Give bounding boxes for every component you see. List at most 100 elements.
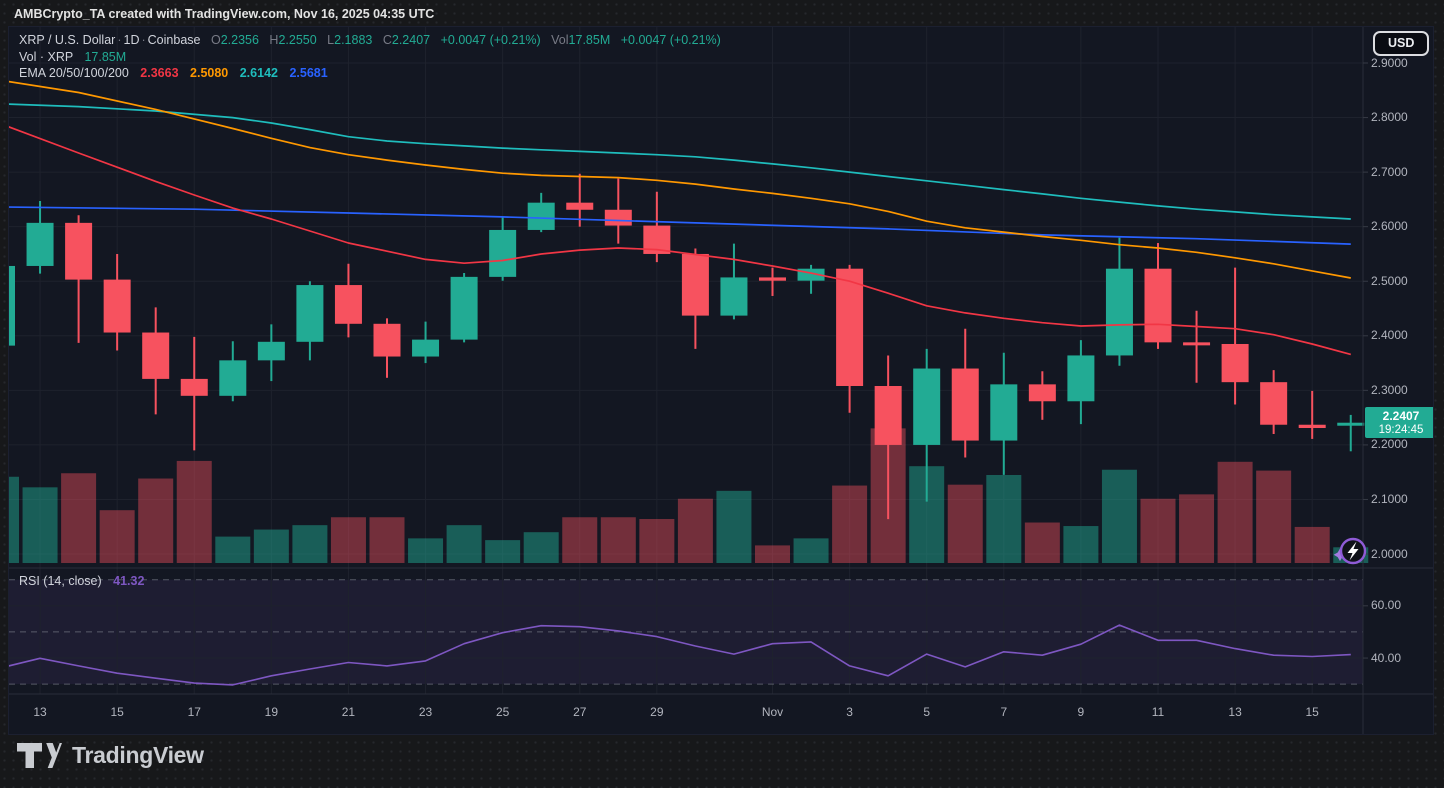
candle-body [759,277,786,280]
vol-value: 17.85M [569,33,611,47]
volume-bar [562,517,597,563]
tradingview-logo[interactable]: TradingView [16,742,204,769]
tradingview-mark-icon [16,742,62,769]
candle-body [9,266,15,346]
rsi-axis-label: 40.00 [1371,651,1434,666]
ema200-value: 2.5681 [289,66,327,80]
change-value-2: +0.0047 (+0.21%) [621,33,721,47]
volume-bar [215,537,250,563]
price-axis-label: 2.9000 [1371,56,1434,71]
open-value: 2.2356 [221,33,259,47]
snapshot-page: AMBCrypto_TA created with TradingView.co… [0,0,1444,788]
time-axis-label: 27 [558,705,602,720]
candle-body [374,324,401,357]
tradingview-wordmark: TradingView [72,742,204,769]
candle-body [875,386,902,445]
candle-body [104,280,131,333]
candle-body [219,360,246,395]
price-axis-label: 2.6000 [1371,219,1434,234]
volume-bar [370,517,405,563]
price-axis-label: 2.8000 [1371,110,1434,125]
time-axis-label: 21 [326,705,370,720]
candle-body [1337,423,1364,426]
volume-bar [986,475,1021,563]
rsi-value: 41.32 [113,574,144,588]
ema20-value: 2.3663 [140,66,178,80]
candle-body [566,203,593,210]
candle-body [335,285,362,324]
time-axis-label: 15 [95,705,139,720]
price-axis-label: 2.4000 [1371,328,1434,343]
time-axis-label: 7 [982,705,1026,720]
volume-bar [485,540,520,563]
volume-bar [1025,523,1060,563]
candle-body [913,369,940,445]
last-price-value: 2.2407 [1365,407,1434,424]
time-axis-label: 5 [905,705,949,720]
candle-body [412,340,439,357]
volume-bar [138,479,173,563]
candle-body [1029,384,1056,401]
volume-bar [100,510,135,563]
candle-body [1260,382,1287,425]
volume-bar [1141,499,1176,563]
price-axis-label: 2.2000 [1371,437,1434,452]
volume-bar [447,525,482,563]
volume-bar [639,519,674,563]
chart-frame: XRP / U.S. Dollar·1D·Coinbase O2.2356 H2… [8,26,1434,735]
volume-bar [524,532,559,563]
candle-body [1145,269,1172,343]
time-axis-label: 29 [635,705,679,720]
low-value: 2.1883 [334,33,372,47]
volume-bar [832,486,867,563]
currency-toggle-button[interactable]: USD [1373,31,1429,56]
candle-body [142,333,169,379]
legend-ema-row[interactable]: EMA 20/50/100/200 2.3663 2.5080 2.6142 2… [19,65,721,82]
time-axis-label: 15 [1290,705,1334,720]
time-axis-label: 11 [1136,705,1180,720]
candle-body [489,230,516,277]
candle-body [1106,269,1133,356]
chart-canvas[interactable] [9,27,1434,735]
candle-body [27,223,54,266]
price-axis-label: 2.0000 [1371,547,1434,562]
volume-bar [1179,494,1214,563]
time-axis-label: 19 [249,705,293,720]
price-axis-label: 2.1000 [1371,492,1434,507]
time-axis-label: 25 [481,705,525,720]
legend-symbol-row[interactable]: XRP / U.S. Dollar·1D·Coinbase O2.2356 H2… [19,32,721,49]
volume-study-label: Vol · XRP [19,50,73,64]
ema50-value: 2.5080 [190,66,228,80]
volume-bar [9,477,19,563]
candle-body [990,384,1017,440]
chart-legend: XRP / U.S. Dollar·1D·Coinbase O2.2356 H2… [19,32,721,82]
candle-body [605,210,632,226]
volume-bar [1256,471,1291,563]
candle-body [528,203,555,230]
rsi-axis-label: 60.00 [1371,598,1434,613]
time-axis-label: 3 [828,705,872,720]
price-axis-label: 2.3000 [1371,383,1434,398]
high-value: 2.2550 [278,33,316,47]
volume-bar [716,491,751,563]
legend-volume-row[interactable]: Vol · XRP 17.85M [19,49,721,66]
rsi-legend[interactable]: RSI (14, close) 41.32 [19,573,144,590]
candle-body [682,254,709,316]
open-key: O [211,33,221,47]
candle-body [720,277,747,315]
volume-bar [408,538,443,563]
interval-label: 1D [124,33,140,47]
time-axis-label: Nov [751,705,795,720]
candle-body [1299,425,1326,428]
rsi-label: RSI (14, close) [19,574,102,588]
close-value: 2.2407 [392,33,430,47]
candle-body [181,379,208,396]
volume-bar [1102,470,1137,563]
time-axis-label: 13 [18,705,62,720]
volume-bar [948,485,983,563]
price-axis-label: 2.7000 [1371,165,1434,180]
volume-bar [292,525,327,563]
volume-bar [23,487,58,563]
candle-body [836,269,863,386]
symbol-title: XRP / U.S. Dollar [19,33,115,47]
